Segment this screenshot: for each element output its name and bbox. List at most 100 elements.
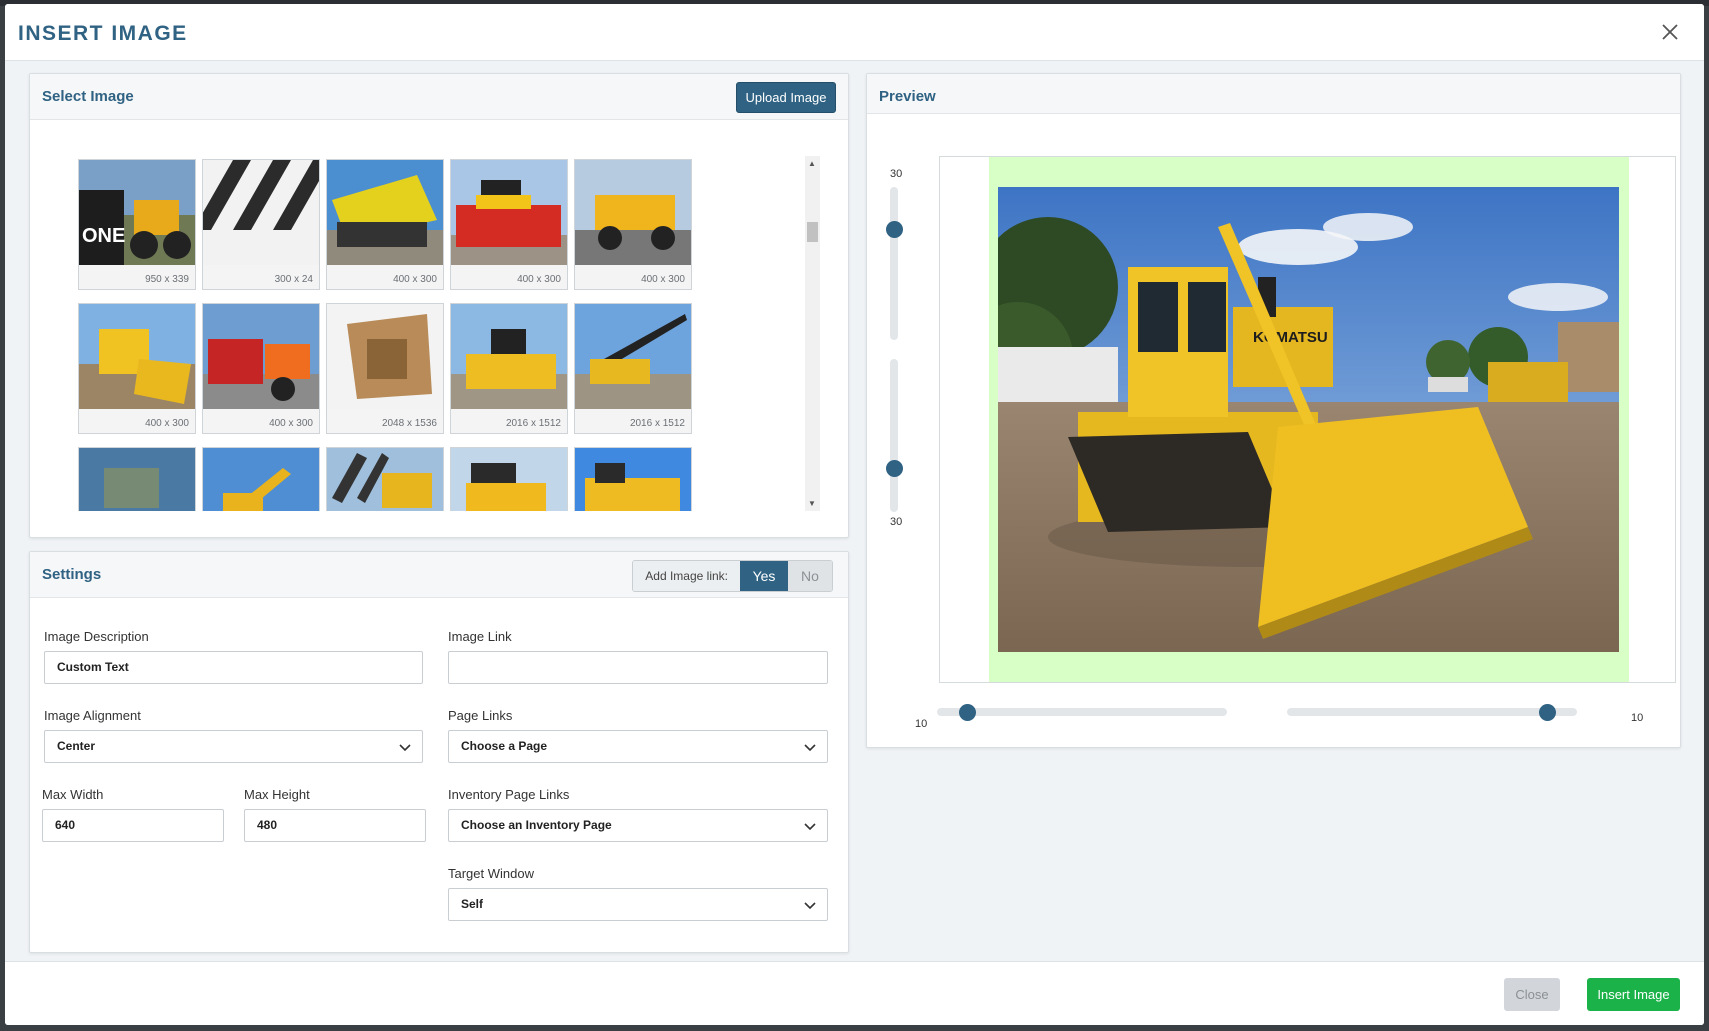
image-link-label: Image Link <box>448 629 512 644</box>
scroll-up-icon[interactable]: ▲ <box>808 159 816 168</box>
image-thumbnail[interactable]: ONE 950 x 339 <box>78 159 196 290</box>
image-thumbnail[interactable]: 2048 x 1536 <box>326 303 444 434</box>
modal-title: INSERT IMAGE <box>18 22 188 45</box>
telehandler-photo: ONE <box>79 160 195 265</box>
forestry-machine-photo <box>327 448 443 511</box>
top-margin-value: 30 <box>890 168 903 180</box>
dozer-photo-selected <box>79 448 195 511</box>
upload-image-button[interactable]: Upload Image <box>736 82 836 113</box>
bottom-margin-slider[interactable] <box>886 359 903 512</box>
thumbnail-size: 2048 x 1536 <box>381 418 437 429</box>
chevron-down-icon <box>804 823 816 831</box>
striped-bar-image <box>203 160 319 265</box>
jcb-telehandler-photo <box>575 160 691 265</box>
image-thumbnail[interactable]: 400 x 300 <box>202 303 320 434</box>
left-margin-knob[interactable] <box>959 704 976 721</box>
image-description-input[interactable]: Custom Text <box>44 651 423 684</box>
image-thumbnail[interactable] <box>78 447 196 511</box>
left-margin-slider[interactable] <box>937 704 1227 721</box>
image-thumbnail[interactable]: 300 x 24 <box>202 159 320 290</box>
left-margin-value: 10 <box>915 718 928 730</box>
compactor-photo <box>451 304 567 409</box>
modal-footer: Close Insert Image <box>5 961 1704 1025</box>
page-links-label: Page Links <box>448 708 513 723</box>
insert-image-button[interactable]: Insert Image <box>1587 978 1680 1011</box>
thumbnail-size: 300 x 24 <box>274 274 313 285</box>
select-image-title: Select Image <box>42 88 134 105</box>
articulated-truck-photo <box>575 448 691 511</box>
inventory-page-links-label: Inventory Page Links <box>448 787 570 802</box>
page-links-value: Choose a Page <box>461 739 548 753</box>
svg-text:ONE: ONE <box>82 225 125 247</box>
image-thumbnail[interactable] <box>326 447 444 511</box>
thumbnail-size: 400 x 300 <box>517 274 561 285</box>
bottom-margin-value: 30 <box>890 516 903 528</box>
modal-header: INSERT IMAGE <box>5 4 1704 61</box>
settings-card: Settings Add Image link: Yes No Image De… <box>29 551 849 953</box>
close-button[interactable]: Close <box>1504 978 1560 1011</box>
image-thumbnail[interactable]: 2016 x 1512 <box>450 303 568 434</box>
insert-image-modal: INSERT IMAGE Select Image Upload Image O… <box>5 4 1704 1025</box>
image-thumbnail[interactable]: 2016 x 1512 <box>574 303 692 434</box>
preview-margin-area: KOMATSU <box>989 157 1629 682</box>
max-width-label: Max Width <box>42 787 104 802</box>
select-image-card: Select Image Upload Image ONE 950 x 339 <box>29 73 849 538</box>
target-window-select[interactable]: Self <box>448 888 828 921</box>
max-height-label: Max Height <box>244 787 310 802</box>
thumbnail-size: 400 x 300 <box>145 418 189 429</box>
thumbnail-size: 950 x 339 <box>145 274 189 285</box>
top-margin-slider[interactable] <box>886 187 903 340</box>
target-window-value: Self <box>461 897 484 911</box>
chevron-down-icon <box>804 902 816 910</box>
gallery-scrollbar[interactable]: ▲ ▼ <box>805 156 820 511</box>
image-thumbnail[interactable]: 400 x 300 <box>78 303 196 434</box>
image-gallery: ONE 950 x 339 300 x 24 400 x 300 400 x 3… <box>78 159 698 511</box>
rough-terrain-crane-photo <box>575 304 691 409</box>
scrollbar-thumb[interactable] <box>807 222 818 242</box>
image-thumbnail[interactable]: 400 x 300 <box>450 159 568 290</box>
excavator-photo <box>203 448 319 511</box>
settings-header: Settings Add Image link: Yes No <box>30 552 848 598</box>
thumbnail-size: 400 x 300 <box>641 274 685 285</box>
add-image-link-no[interactable]: No <box>788 561 832 591</box>
preview-title: Preview <box>879 88 936 105</box>
inventory-page-links-select[interactable]: Choose an Inventory Page <box>448 809 828 842</box>
image-thumbnail[interactable] <box>202 447 320 511</box>
add-image-link-yes[interactable]: Yes <box>740 561 788 591</box>
right-margin-slider[interactable] <box>1287 704 1577 721</box>
inventory-page-links-value: Choose an Inventory Page <box>461 818 612 832</box>
add-image-link-toggle: Add Image link: Yes No <box>632 560 833 592</box>
image-alignment-select[interactable]: Center <box>44 730 423 763</box>
dozer-preview-image: KOMATSU <box>998 187 1619 652</box>
select-image-header: Select Image Upload Image <box>30 74 848 120</box>
image-thumbnail[interactable] <box>450 447 568 511</box>
dozer-photo <box>79 304 195 409</box>
thumbnail-size: 2016 x 1512 <box>505 418 561 429</box>
image-thumbnail[interactable]: 400 x 300 <box>326 159 444 290</box>
target-window-label: Target Window <box>448 866 534 881</box>
dynapac-roller-photo <box>451 160 567 265</box>
close-icon[interactable] <box>1656 18 1684 46</box>
bomag-mulcher-photo <box>327 160 443 265</box>
right-margin-knob[interactable] <box>1539 704 1556 721</box>
settings-title: Settings <box>42 566 102 583</box>
add-image-link-label: Add Image link: <box>633 561 740 591</box>
image-description-label: Image Description <box>44 629 149 644</box>
image-link-input[interactable] <box>448 651 828 684</box>
wheel-loader-photo <box>203 304 319 409</box>
crusher-photo <box>327 304 443 409</box>
thumbnail-size: 400 x 300 <box>269 418 313 429</box>
bottom-margin-knob[interactable] <box>886 460 903 477</box>
thumbnail-size: 400 x 300 <box>393 274 437 285</box>
scroll-down-icon[interactable]: ▼ <box>808 499 816 508</box>
image-thumbnail[interactable]: 400 x 300 <box>574 159 692 290</box>
chevron-down-icon <box>804 744 816 752</box>
image-thumbnail[interactable] <box>574 447 692 511</box>
top-margin-knob[interactable] <box>886 221 903 238</box>
max-width-input[interactable]: 640 <box>42 809 224 842</box>
preview-card: Preview 30 30 KOMATSU 10 10 <box>866 73 1681 748</box>
max-height-input[interactable]: 480 <box>244 809 426 842</box>
thumbnail-size: 2016 x 1512 <box>629 418 685 429</box>
page-links-select[interactable]: Choose a Page <box>448 730 828 763</box>
preview-header: Preview <box>867 74 1680 114</box>
